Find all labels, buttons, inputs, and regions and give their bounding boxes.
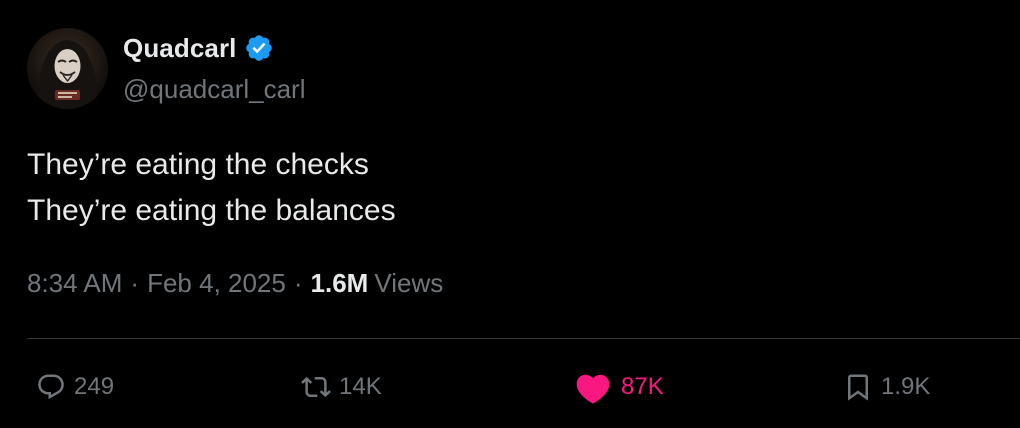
tweet-text-line: They’re eating the checks	[27, 148, 369, 181]
like-count: 87K	[621, 373, 664, 400]
bookmark-button[interactable]: 1.9K	[843, 362, 930, 412]
tweet-date[interactable]: Feb 4, 2025	[147, 268, 286, 299]
meta-separator: ·	[130, 268, 140, 298]
views-label: Views	[374, 268, 444, 298]
author-display-name[interactable]: Quadcarl	[123, 33, 237, 64]
bookmark-count: 1.9K	[881, 373, 931, 400]
reply-button[interactable]: 249	[36, 362, 114, 412]
author-name-row: Quadcarl	[123, 30, 274, 66]
repost-count: 14K	[339, 373, 382, 400]
repost-icon	[301, 376, 331, 398]
divider	[27, 338, 1020, 339]
avatar[interactable]	[27, 28, 108, 109]
heart-icon	[576, 374, 610, 404]
masked-person-avatar-icon	[27, 28, 108, 109]
action-bar: 249 14K 87K 1.9K	[0, 362, 1020, 412]
tweet-text-line: They’re eating the balances	[27, 194, 396, 227]
tweet-card: Quadcarl @quadcarl_carl They’re eating t…	[0, 0, 1020, 428]
reply-count: 249	[74, 373, 115, 400]
meta-separator: ·	[293, 268, 303, 298]
bookmark-icon	[848, 374, 868, 401]
views-count: 1.6M	[310, 268, 369, 298]
verified-badge-icon[interactable]	[244, 33, 274, 63]
tweet-time[interactable]: 8:34 AM	[27, 268, 122, 299]
like-button[interactable]: 87K	[573, 362, 664, 412]
author-handle[interactable]: @quadcarl_carl	[123, 74, 305, 105]
reply-icon	[38, 374, 64, 400]
tweet-meta: 8:34 AM · Feb 4, 2025 · 1.6M Views	[27, 268, 443, 299]
repost-button[interactable]: 14K	[301, 362, 382, 412]
tweet-text: They’re eating the checks They’re eating…	[27, 142, 396, 234]
